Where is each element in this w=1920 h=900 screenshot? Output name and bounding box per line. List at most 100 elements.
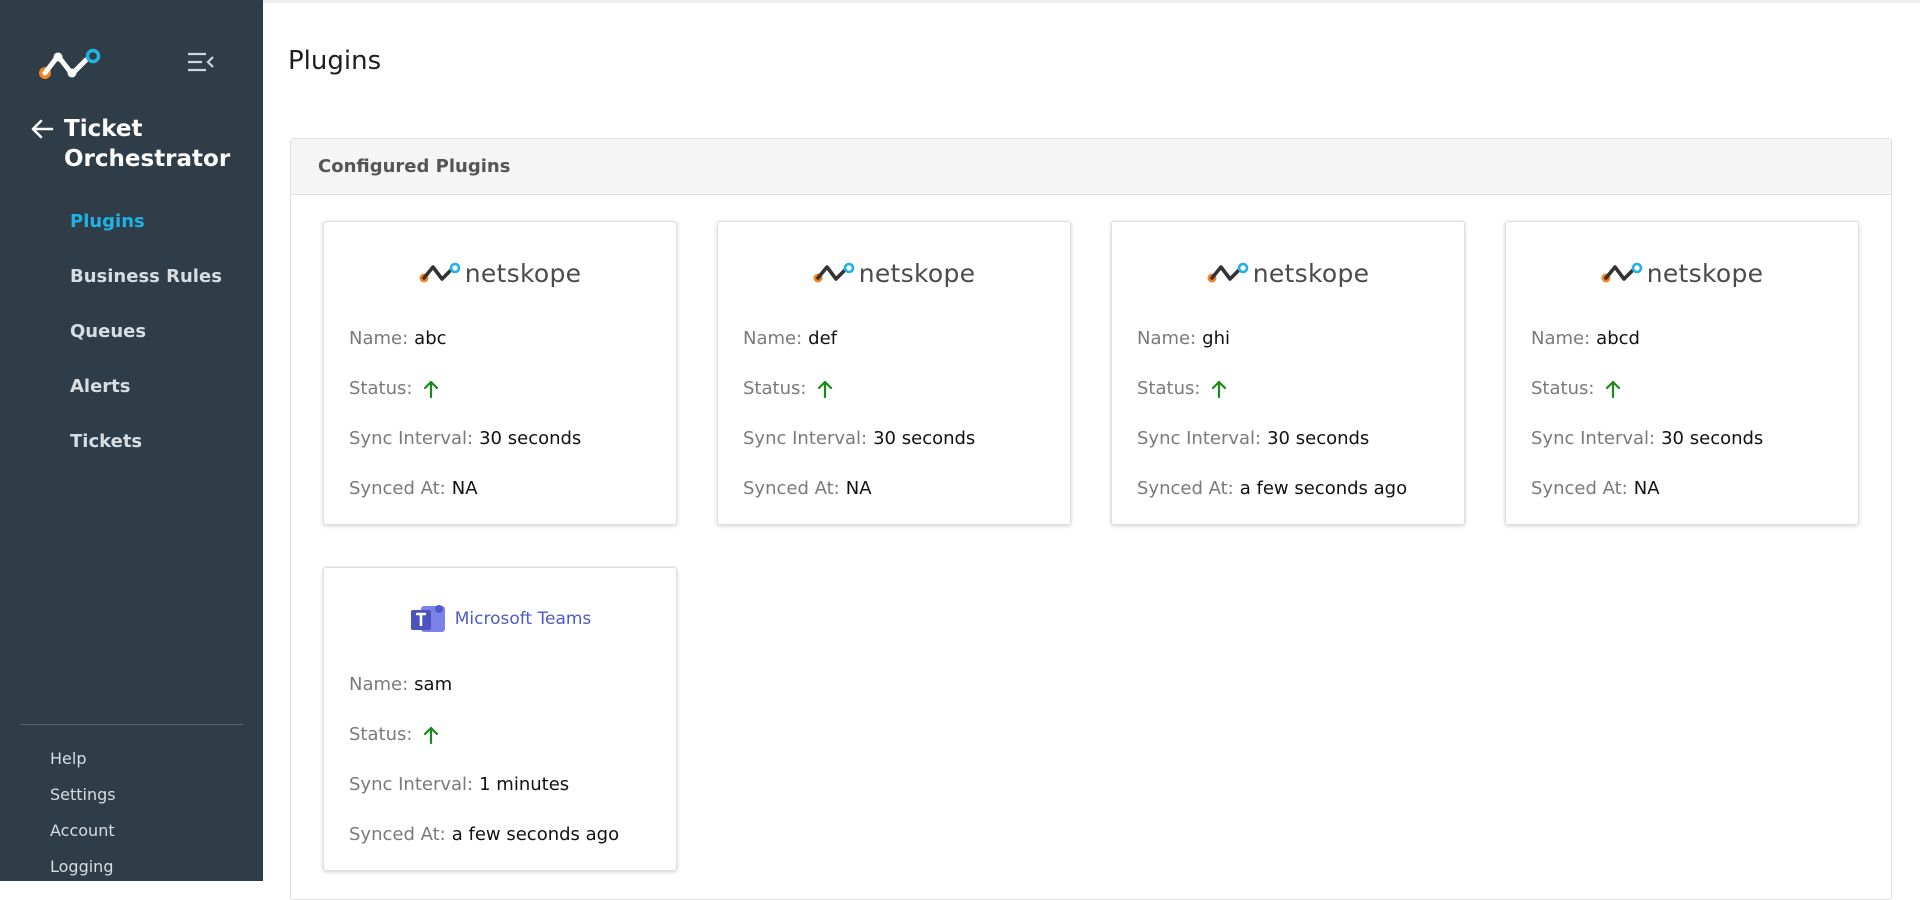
plugin-logo: Microsoft Teams	[324, 604, 676, 634]
plugin-sync-interval-field: Sync Interval: 30 seconds	[1531, 428, 1763, 449]
plugin-name-field: Name: sam	[349, 674, 452, 695]
plugin-status-field: Status:	[349, 724, 440, 745]
plugin-status-field: Status:	[349, 378, 440, 399]
plugin-name-field: Name: abcd	[1531, 328, 1640, 349]
field-label: Status:	[349, 724, 413, 745]
field-value: NA	[845, 478, 872, 499]
field-value: 30 seconds	[873, 428, 976, 449]
plugin-synced-at-field: Synced At: a few seconds ago	[349, 824, 619, 845]
sidebar-item-tickets[interactable]: Tickets	[70, 426, 222, 481]
plugin-logo: netskope	[1112, 258, 1464, 288]
plugin-brand-name: netskope	[464, 258, 582, 288]
field-label: Sync Interval:	[349, 428, 474, 449]
plugin-logo: netskope	[718, 258, 1070, 288]
panel-title: Configured Plugins	[291, 139, 1891, 195]
field-label: Sync Interval:	[349, 774, 474, 795]
plugin-card[interactable]: netskope Name: ghi Status: Sync Interval: 30 …	[1111, 221, 1465, 525]
field-label: Name:	[349, 328, 409, 349]
sidebar-item-business-rules[interactable]: Business Rules	[70, 261, 222, 316]
plugin-status-field: Status:	[743, 378, 834, 399]
sidebar-item-help[interactable]: Help	[50, 745, 116, 781]
field-value: a few seconds ago	[1239, 478, 1408, 499]
plugin-synced-at-field: Synced At: NA	[743, 478, 872, 499]
plugin-sync-interval-field: Sync Interval: 30 seconds	[743, 428, 975, 449]
field-label: Sync Interval:	[1531, 428, 1656, 449]
field-label: Synced At:	[743, 478, 840, 499]
sidebar-item-queues[interactable]: Queues	[70, 316, 222, 371]
sidebar-divider	[20, 724, 243, 725]
arrow-up-icon	[818, 380, 833, 398]
plugin-synced-at-field: Synced At: NA	[1531, 478, 1660, 499]
field-label: Name:	[1137, 328, 1197, 349]
configured-plugins-panel: Configured Plugins netskope Name: abc Statu…	[290, 138, 1892, 900]
plugin-sync-interval-field: Sync Interval: 1 minutes	[349, 774, 569, 795]
sidebar-item-plugins[interactable]: Plugins	[70, 206, 222, 261]
page-title: Plugins	[288, 46, 382, 76]
plugin-brand-name: netskope	[1646, 258, 1764, 288]
field-label: Status:	[1531, 378, 1595, 399]
plugin-brand-name: netskope	[858, 258, 976, 288]
field-label: Name:	[349, 674, 409, 695]
field-label: Status:	[743, 378, 807, 399]
plugin-card[interactable]: netskope Name: abcd Status: Sync Interval: 30…	[1505, 221, 1859, 525]
microsoft-teams-icon	[410, 605, 445, 632]
field-value: NA	[1633, 478, 1660, 499]
app-title: Ticket Orchestrator	[64, 116, 231, 172]
field-value: 30 seconds	[1267, 428, 1370, 449]
netskope-logo-icon[interactable]	[38, 48, 102, 80]
plugin-name-field: Name: abc	[349, 328, 447, 349]
plugin-card[interactable]: Microsoft Teams Name: sam Status: Sync Inter…	[323, 567, 677, 871]
field-value: 30 seconds	[1661, 428, 1764, 449]
plugin-card[interactable]: netskope Name: def Status: Sync Interval: 30 …	[717, 221, 1071, 525]
plugin-synced-at-field: Synced At: NA	[349, 478, 478, 499]
field-label: Synced At:	[1137, 478, 1234, 499]
field-value: 1 minutes	[479, 774, 570, 795]
plugin-sync-interval-field: Sync Interval: 30 seconds	[349, 428, 581, 449]
field-label: Status:	[1137, 378, 1201, 399]
field-value: abc	[414, 328, 447, 349]
field-label: Synced At:	[349, 478, 446, 499]
field-label: Sync Interval:	[743, 428, 868, 449]
field-value: def	[808, 328, 838, 349]
sidebar-footer: Help Settings Account Logging	[50, 745, 116, 889]
plugin-brand-name: Microsoft Teams	[454, 609, 592, 629]
arrow-up-icon	[1606, 380, 1621, 398]
field-label: Status:	[349, 378, 413, 399]
field-label: Sync Interval:	[1137, 428, 1262, 449]
sidebar-item-alerts[interactable]: Alerts	[70, 371, 222, 426]
plugin-brand-name: netskope	[1252, 258, 1370, 288]
field-value: 30 seconds	[479, 428, 582, 449]
field-label: Synced At:	[349, 824, 446, 845]
plugin-status-field: Status:	[1531, 378, 1622, 399]
netskope-mark-icon	[813, 262, 855, 283]
arrow-up-icon	[1212, 380, 1227, 398]
field-value: a few seconds ago	[451, 824, 620, 845]
plugin-logo: netskope	[1506, 258, 1858, 288]
arrow-left-icon[interactable]	[30, 118, 54, 140]
netskope-mark-icon	[419, 262, 461, 283]
plugin-sync-interval-field: Sync Interval: 30 seconds	[1137, 428, 1369, 449]
arrow-up-icon	[424, 380, 439, 398]
netskope-mark-icon	[1207, 262, 1249, 283]
plugin-name-field: Name: def	[743, 328, 837, 349]
field-value: ghi	[1202, 328, 1231, 349]
sidebar-item-logging[interactable]: Logging	[50, 853, 116, 889]
field-label: Synced At:	[1531, 478, 1628, 499]
plugin-synced-at-field: Synced At: a few seconds ago	[1137, 478, 1407, 499]
field-value: NA	[451, 478, 478, 499]
sidebar-item-settings[interactable]: Settings	[50, 781, 116, 817]
sidebar-item-account[interactable]: Account	[50, 817, 116, 853]
netskope-mark-icon	[1601, 262, 1643, 283]
plugin-name-field: Name: ghi	[1137, 328, 1230, 349]
top-border	[263, 0, 1920, 3]
field-value: sam	[414, 674, 453, 695]
sidebar-nav: Plugins Business Rules Queues Alerts Tic…	[70, 206, 222, 481]
arrow-up-icon	[424, 726, 439, 744]
field-label: Name:	[743, 328, 803, 349]
collapse-menu-icon[interactable]	[186, 50, 216, 74]
plugin-status-field: Status:	[1137, 378, 1228, 399]
field-value: abcd	[1596, 328, 1640, 349]
sidebar: Ticket Orchestrator Plugins Business Rul…	[0, 0, 263, 881]
plugin-logo: netskope	[324, 258, 676, 288]
plugin-card[interactable]: netskope Name: abc Status: Sync Interval: 30 …	[323, 221, 677, 525]
